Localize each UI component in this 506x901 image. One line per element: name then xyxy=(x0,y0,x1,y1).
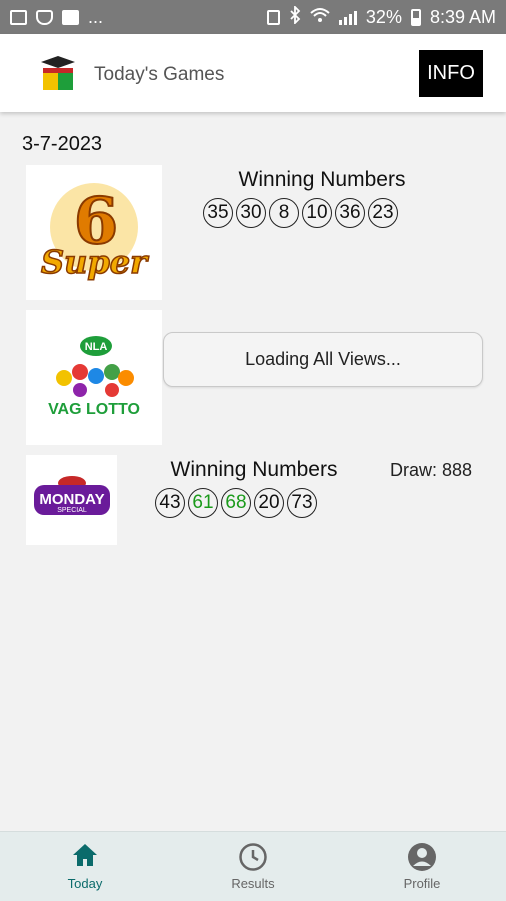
info-button[interactable]: INFO xyxy=(419,50,483,97)
nav-profile[interactable]: Profile xyxy=(362,832,482,901)
vag-lotto-nla: NLA xyxy=(85,341,108,353)
number-ball: 20 xyxy=(254,488,284,518)
status-bar-left: ... xyxy=(10,7,103,28)
winning-numbers-title: Winning Numbers xyxy=(238,168,406,191)
bottom-navigation: Today Results Profile xyxy=(0,831,506,901)
profile-icon xyxy=(408,843,436,871)
super6-logo[interactable]: 6 Super xyxy=(26,165,162,300)
app-header: Today's Games INFO xyxy=(0,34,506,112)
nav-profile-label: Profile xyxy=(403,876,441,891)
super6-numbers: 35 30 8 10 36 23 xyxy=(203,198,398,228)
home-icon xyxy=(73,844,97,866)
nav-results-label: Results xyxy=(231,876,275,891)
status-overflow: ... xyxy=(88,6,104,27)
image-icon xyxy=(10,9,27,25)
loading-views-button[interactable]: Loading All Views... xyxy=(163,332,483,387)
nav-results[interactable]: Results xyxy=(193,832,313,901)
number-ball: 30 xyxy=(236,198,266,228)
monday-special-numbers: 43 61 68 20 73 xyxy=(155,488,317,518)
bluetooth-icon xyxy=(289,4,301,29)
number-ball: 8 xyxy=(269,198,299,228)
page-title: Today's Games xyxy=(94,64,225,85)
flipboard-icon xyxy=(62,9,79,25)
number-ball-matched: 68 xyxy=(221,488,251,518)
winning-numbers-title: Winning Numbers xyxy=(170,458,338,481)
number-ball: 36 xyxy=(335,198,365,228)
signal-icon xyxy=(338,9,357,25)
number-ball-matched: 61 xyxy=(188,488,218,518)
vag-lotto-wordmark: VAG LOTTO xyxy=(48,401,140,418)
super6-logo-word: Super xyxy=(41,243,149,281)
battery-icon xyxy=(410,8,421,26)
nav-today[interactable]: Today xyxy=(25,832,145,901)
number-ball: 43 xyxy=(155,488,185,518)
sim-icon xyxy=(266,9,280,25)
shield-icon xyxy=(36,9,53,25)
wifi-icon xyxy=(310,7,330,28)
monday-special-logo[interactable]: MONDAY SPECIAL xyxy=(26,455,117,545)
draw-number: Draw: 888 xyxy=(390,460,473,480)
number-ball: 23 xyxy=(368,198,398,228)
monday-special-wordmark: MONDAY xyxy=(39,491,104,508)
draw-date: 3-7-2023 xyxy=(22,133,103,155)
battery-percent: 32% xyxy=(365,6,402,27)
clock-time: 8:39 AM xyxy=(429,6,496,27)
app-logo xyxy=(39,56,77,92)
status-bar: ... 32% 8:39 AM xyxy=(0,0,506,34)
status-bar-right: 32% 8:39 AM xyxy=(266,4,496,29)
vag-lotto-logo[interactable]: NLA VAG LOTTO xyxy=(26,310,162,445)
number-ball: 10 xyxy=(302,198,332,228)
clock-icon xyxy=(239,843,267,871)
number-ball: 73 xyxy=(287,488,317,518)
nav-today-label: Today xyxy=(67,876,103,891)
number-ball: 35 xyxy=(203,198,233,228)
monday-special-sub: SPECIAL xyxy=(57,507,87,514)
